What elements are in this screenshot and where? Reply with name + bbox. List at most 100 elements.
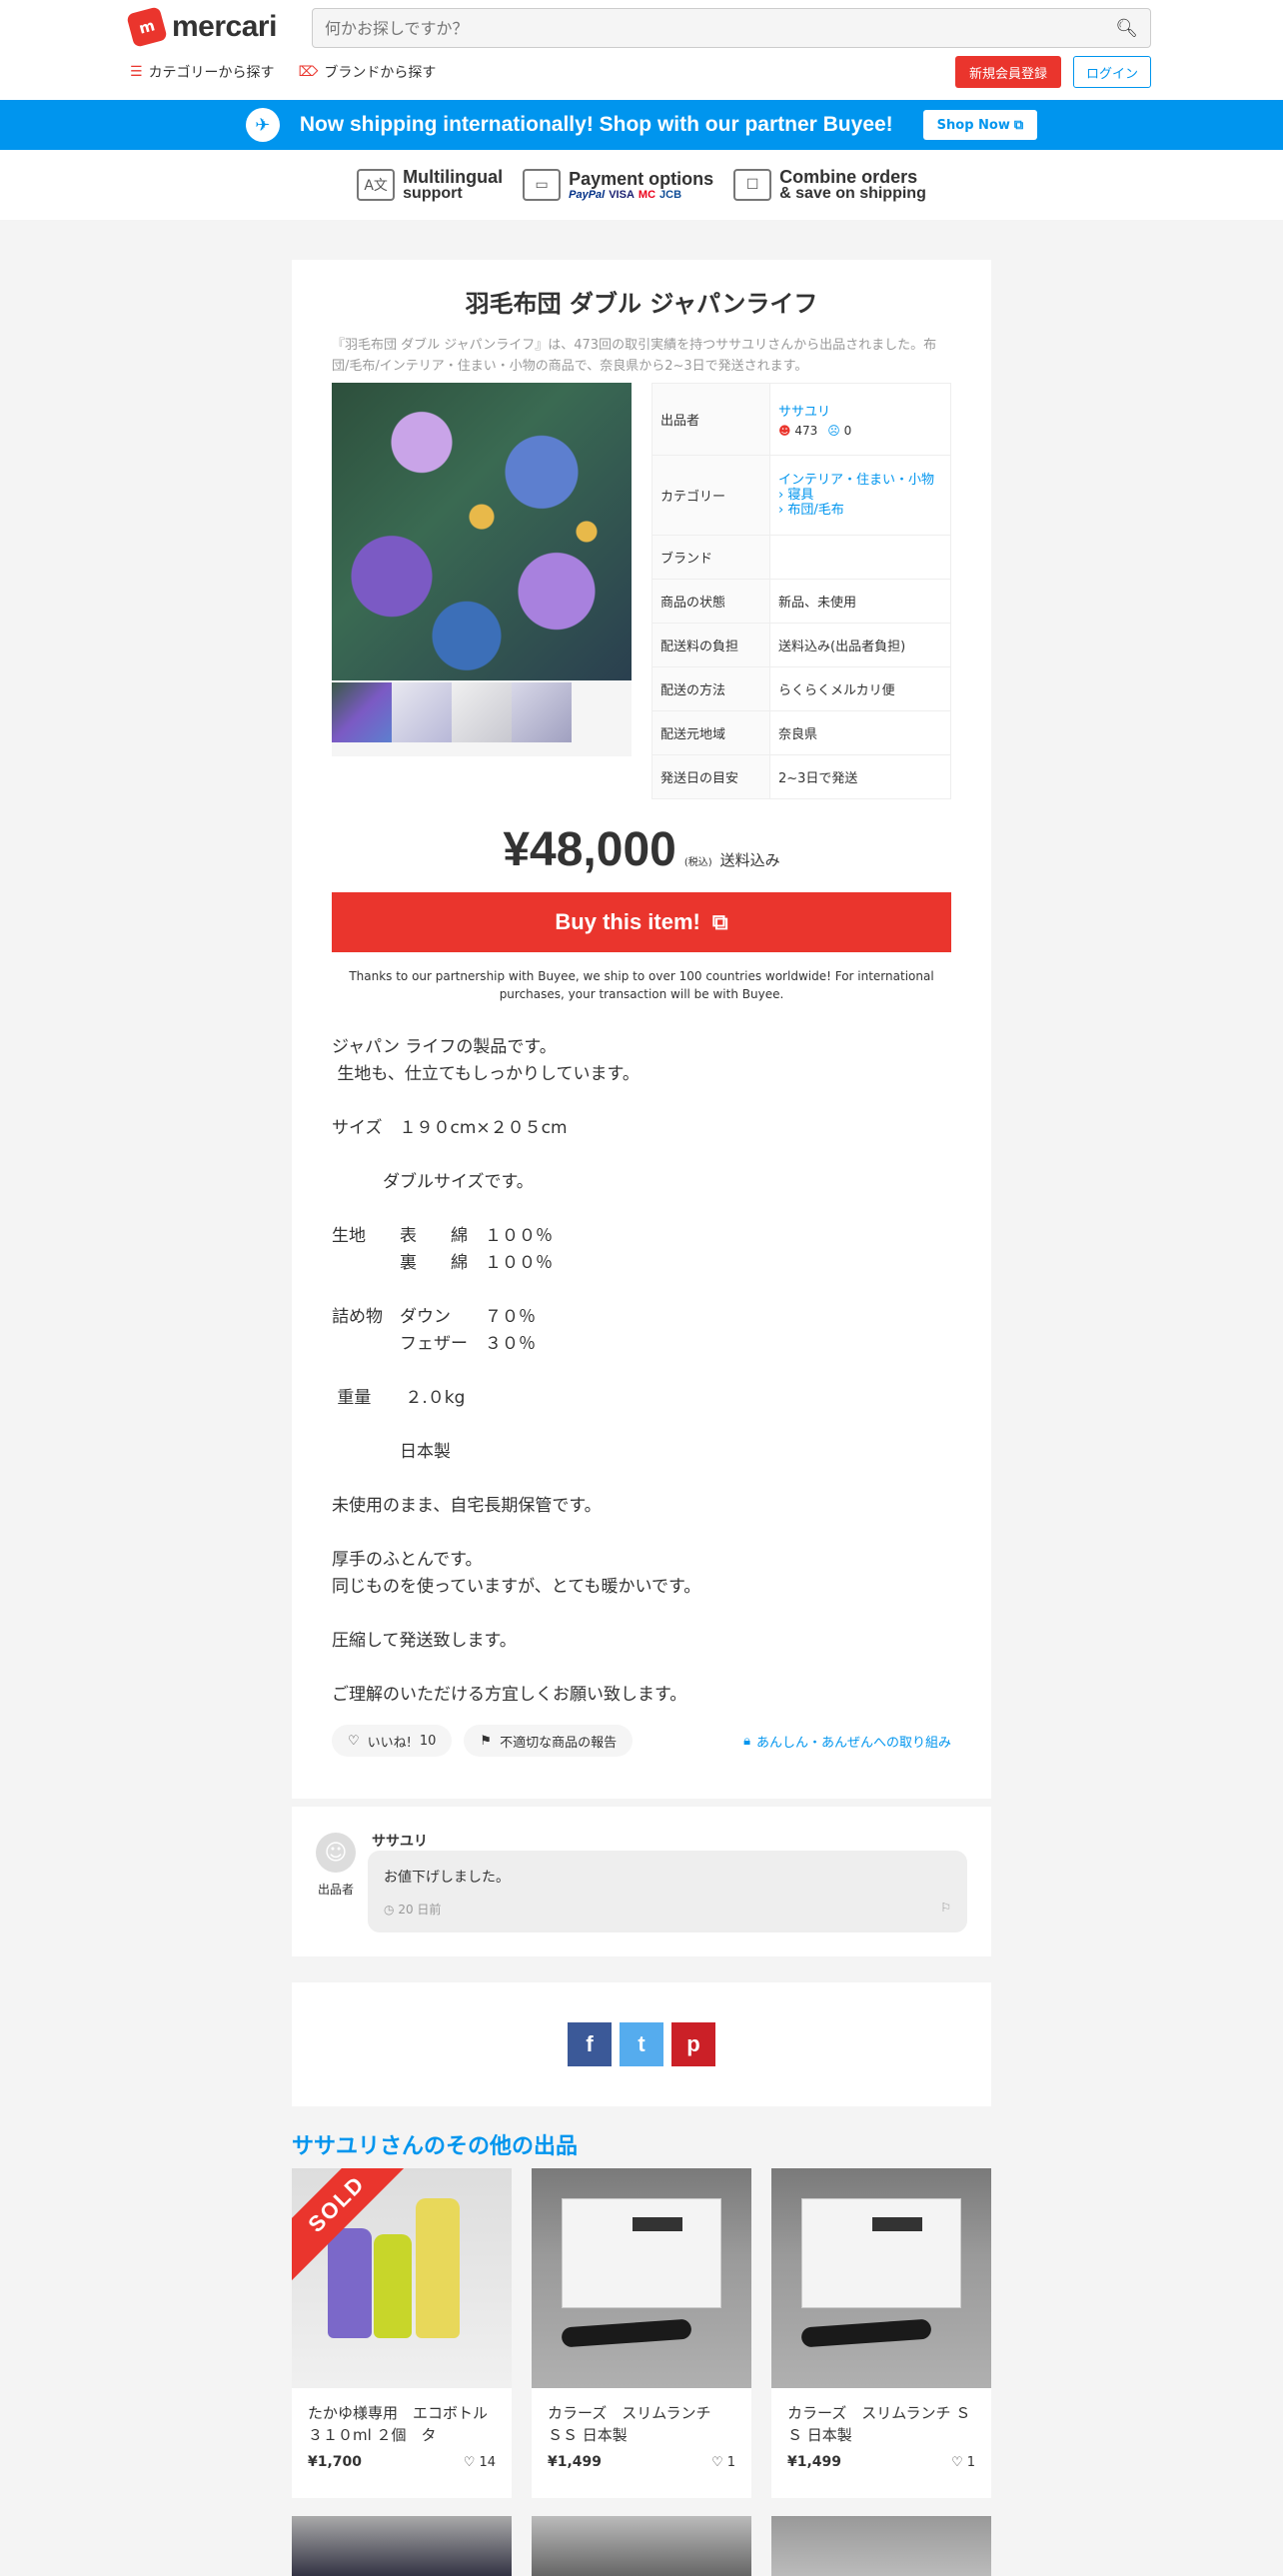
report-label: 不適切な商品の報告 — [500, 1735, 618, 1751]
product-card[interactable]: カラーズ スリムランチ ＳＳ 日本製 ¥1,499 ♡ 1 — [771, 2168, 991, 2498]
translate-icon: A文 — [357, 169, 396, 201]
product-card[interactable] — [771, 2516, 991, 2576]
detail-label: カテゴリー — [651, 455, 770, 536]
feature-title: Multilingual — [403, 167, 504, 187]
register-button[interactable]: 新規会員登録 — [955, 56, 1061, 88]
product-name: カラーズ スリムランチ ＳＳ 日本製 — [548, 2404, 726, 2444]
good-count: 473 — [794, 424, 818, 438]
bottle-shape — [328, 2228, 372, 2338]
clock-icon: ◷ — [384, 1903, 395, 1917]
like-count: 1 — [726, 2454, 735, 2470]
product-price: ¥1,700 — [308, 2454, 363, 2470]
shop-now-label: Shop Now — [936, 117, 1010, 133]
avatar[interactable]: ☺ — [316, 1833, 356, 1873]
brand-nav-link[interactable]: ⌦ ブランドから探す — [299, 62, 437, 82]
mercari-logo[interactable]: m mercari — [126, 6, 277, 48]
ship-days-value: 2~3日で発送 — [769, 754, 951, 799]
detail-label: ブランド — [651, 535, 770, 580]
product-image: SOLD — [292, 2168, 512, 2388]
detail-label: 配送料の負担 — [651, 623, 770, 667]
flag-icon[interactable]: ⚐ — [940, 1901, 951, 1918]
category-link-sub2[interactable]: 布団/毛布 — [787, 503, 843, 518]
buy-button[interactable]: Buy this item! ⧉ — [332, 892, 951, 952]
search-icon[interactable]: 🔍︎ — [1115, 18, 1138, 39]
feature-sub: support — [403, 185, 463, 202]
twitter-share-button[interactable]: t — [620, 2022, 663, 2066]
shipping-method-value: らくらくメルカリ便 — [769, 666, 951, 711]
other-items-title: ササユリさんのその他の出品 — [292, 2134, 579, 2159]
tag-icon: ⌦ — [298, 64, 319, 80]
seller-link[interactable]: ササユリ — [778, 405, 830, 420]
category-nav-label: カテゴリーから探す — [148, 65, 275, 81]
item-details-table: 出品者 ササユリ ☻ 473 ☹ 0 カテゴリー インテリア・住まい・小物 › … — [651, 383, 951, 799]
product-name: カラーズ スリムランチ ＳＳ 日本製 — [787, 2404, 971, 2444]
thumbnail[interactable] — [452, 682, 512, 742]
report-button[interactable]: ⚑ 不適切な商品の報告 — [464, 1725, 634, 1757]
facebook-share-button[interactable]: f — [568, 2022, 612, 2066]
list-icon: ☰ — [130, 64, 143, 80]
heart-icon: ♡ — [951, 2454, 963, 2470]
product-card[interactable] — [292, 2516, 512, 2576]
product-price: ¥1,499 — [787, 2454, 842, 2470]
product-price: ¥1,499 — [548, 2454, 603, 2470]
category-link-main[interactable]: インテリア・住まい・小物 — [778, 473, 934, 488]
thumbnail[interactable] — [392, 682, 452, 742]
paypal-logo: PayPal — [569, 188, 606, 201]
buyee-icon: ✈ — [245, 108, 280, 142]
shop-now-button[interactable]: Shop Now ⧉ — [922, 110, 1038, 140]
strap-shape — [561, 2318, 692, 2348]
category-nav-link[interactable]: ☰ カテゴリーから探す — [130, 62, 275, 82]
login-button[interactable]: ログイン — [1073, 56, 1151, 88]
product-name: たかゆ様専用 エコボトル ３１０ml ２個 タ — [308, 2404, 504, 2444]
product-card[interactable]: SOLD たかゆ様専用 エコボトル ３１０ml ２個 タ ¥1,700 ♡ 14 — [292, 2168, 512, 2498]
detail-label: 配送の方法 — [651, 666, 770, 711]
feature-sub: & save on shipping — [779, 185, 926, 202]
product-image — [771, 2168, 991, 2388]
comment-time: 20 日前 — [398, 1903, 442, 1917]
external-link-icon: ⧉ — [1013, 117, 1024, 133]
pinterest-share-button[interactable]: p — [671, 2022, 715, 2066]
tax-note: (税込) — [683, 857, 712, 868]
bottle-shape — [416, 2198, 460, 2338]
other-items-row-2 — [292, 2516, 991, 2576]
thumbnail[interactable] — [332, 682, 392, 742]
like-button[interactable]: ♡ いいね! 10 — [332, 1725, 453, 1757]
features-bar: A文 Multilingual support ▭ Payment option… — [0, 150, 1283, 220]
heart-icon: ♡ — [711, 2454, 723, 2470]
good-rating-icon: ☻ — [778, 424, 791, 438]
heart-icon: ♡ — [463, 2454, 476, 2470]
safety-label: あんしん・あんぜんへの取り組み — [755, 1735, 951, 1751]
category-link-sub1[interactable]: 寝具 — [787, 488, 813, 503]
thumbnail[interactable] — [512, 682, 572, 742]
detail-label: 出品者 — [651, 383, 770, 456]
main-photo[interactable] — [332, 383, 632, 680]
box-label-shape — [872, 2217, 922, 2231]
search-input[interactable] — [325, 18, 1084, 38]
credit-card-icon: ▭ — [523, 169, 562, 201]
like-count: 14 — [479, 2454, 496, 2470]
chevron-right-icon: › — [778, 503, 784, 518]
feature-multilingual: A文 Multilingual support — [357, 168, 503, 202]
logo-icon: m — [126, 6, 168, 48]
product-card[interactable]: カラーズ スリムランチ ＳＳ 日本製 ¥1,499 ♡ 1 — [532, 2168, 751, 2498]
product-card[interactable] — [532, 2516, 751, 2576]
safety-link[interactable]: 🔒︎ あんしん・あんぜんへの取り組み — [743, 1732, 951, 1751]
feature-payment: ▭ Payment options PayPal VISA MC JCB — [523, 169, 713, 201]
comment-section: ☺ 出品者 ササユリ お値下げしました。 ◷ 20 日前 ⚐ — [292, 1807, 991, 1956]
other-items-grid: SOLD たかゆ様専用 エコボトル ３１０ml ２個 タ ¥1,700 ♡ 14 … — [292, 2168, 991, 2498]
bottle-shape — [374, 2234, 412, 2338]
item-summary: 『羽毛布団 ダブル ジャパンライフ』は、473回の取引実績を持つササユリさんから… — [332, 338, 937, 374]
brand-value — [769, 535, 951, 580]
chevron-right-icon: › — [778, 488, 784, 503]
buyee-banner: ✈ Now shipping internationally! Shop wit… — [0, 100, 1283, 150]
lock-icon: 🔒︎ — [743, 1733, 750, 1749]
origin-value: 奈良県 — [769, 710, 951, 755]
product-image — [532, 2168, 751, 2388]
item-description: ジャパン ライフの製品です。 生地も、仕立てもしっかりしています。 サイズ １９… — [332, 1037, 701, 1705]
comment-bubble: お値下げしました。 ◷ 20 日前 ⚐ — [368, 1851, 967, 1932]
logo-text: mercari — [172, 10, 277, 43]
shipping-fee-value: 送料込み(出品者負担) — [769, 623, 951, 667]
commenter-name[interactable]: ササユリ — [372, 1831, 428, 1851]
commenter-role: 出品者 — [318, 1883, 355, 1897]
like-count: 1 — [966, 2454, 975, 2470]
